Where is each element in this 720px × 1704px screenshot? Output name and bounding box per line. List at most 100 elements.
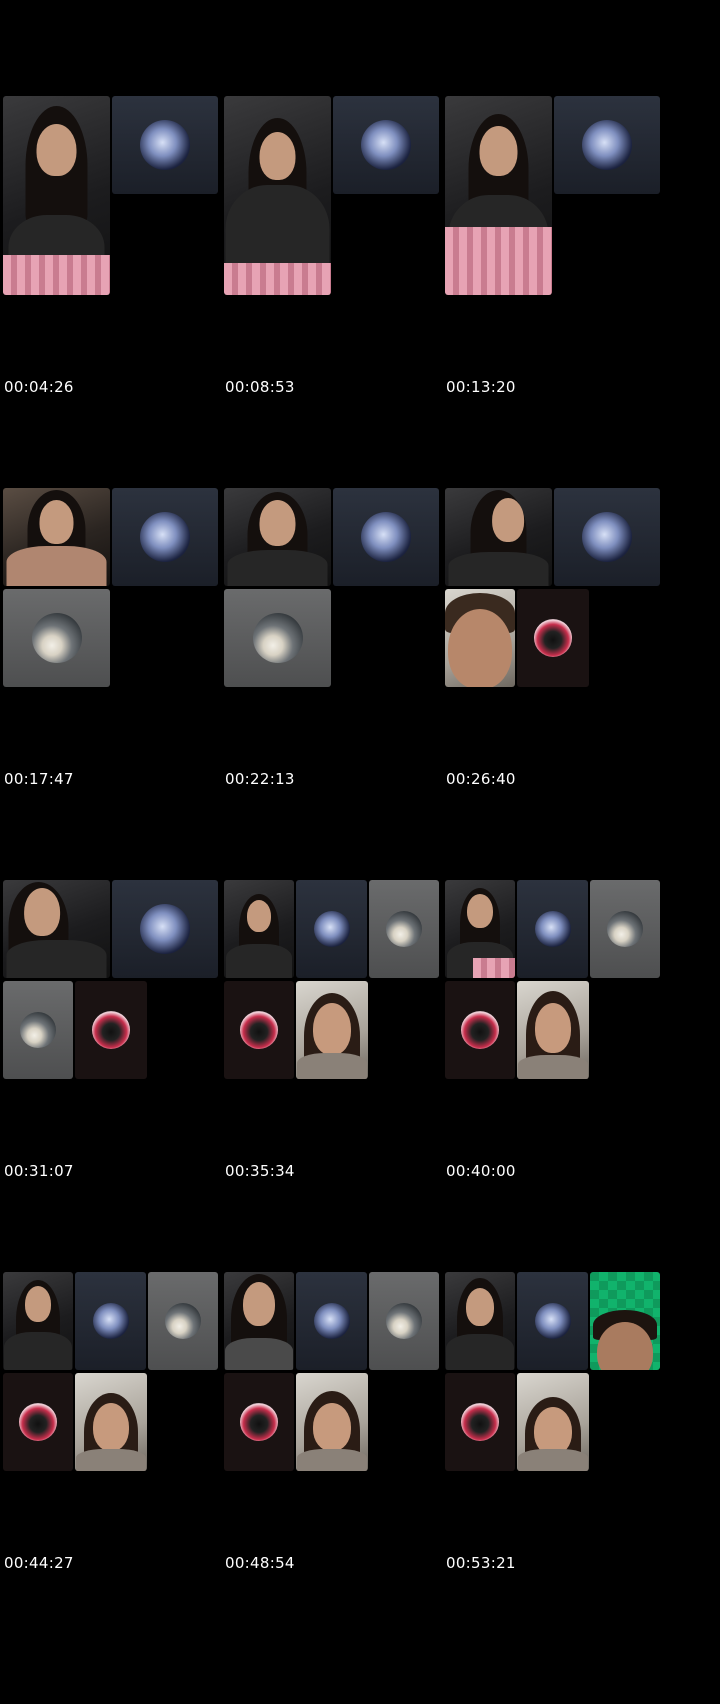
participant-video: [445, 1272, 515, 1370]
person-figure: [3, 488, 110, 586]
person-figure: [296, 981, 368, 1079]
avatar-blue-portrait-icon: [534, 911, 571, 947]
participant-video: [3, 96, 110, 295]
participant-video: [445, 880, 515, 978]
person-figure: [224, 1272, 294, 1370]
participant-tile: [112, 488, 218, 586]
participant-video: [296, 1373, 368, 1471]
participant-tile: [369, 880, 439, 978]
participant-video: [224, 1272, 294, 1370]
person-figure: [3, 1272, 73, 1370]
participant-tile: [333, 96, 439, 194]
person-figure: [445, 1272, 515, 1370]
avatar-blue-portrait-icon: [534, 1303, 571, 1339]
thumbnail-frame-3[interactable]: 00:13:20: [442, 96, 682, 522]
pink-pants: [3, 255, 110, 295]
avatar-red-circle-icon: [461, 1403, 499, 1441]
person-figure: [517, 981, 589, 1079]
avatar-car-dog-icon: [252, 613, 303, 663]
pink-pants: [445, 227, 552, 295]
participant-tile: [445, 981, 515, 1079]
avatar-red-circle-icon: [92, 1011, 130, 1049]
participant-tile: [148, 1272, 218, 1370]
thumbnail-frame-4[interactable]: 00:17:47: [0, 488, 240, 914]
avatar-blue-portrait-icon: [140, 904, 190, 954]
avatar-red-circle-icon: [240, 1403, 278, 1441]
participant-tile: [224, 589, 331, 687]
timestamp: 00:13:20: [446, 378, 516, 396]
participant-video: [590, 1272, 660, 1370]
participant-tile: [75, 981, 147, 1079]
pink-pants: [224, 263, 331, 295]
avatar-red-circle-icon: [461, 1011, 499, 1049]
participant-tile: [517, 589, 589, 687]
timestamp: 00:31:07: [4, 1162, 74, 1180]
participant-tile: [554, 488, 660, 586]
person-figure: [75, 1373, 147, 1471]
avatar-blue-portrait-icon: [313, 1303, 350, 1339]
thumbnail-frame-9[interactable]: 00:40:00: [442, 880, 682, 1306]
thumbnail-frame-11[interactable]: 00:48:54: [221, 1272, 461, 1698]
participant-tile: [3, 1373, 73, 1471]
avatar-red-circle-icon: [534, 619, 572, 657]
participant-tile: [224, 1373, 294, 1471]
participant-video: [517, 1373, 589, 1471]
person-figure: [224, 880, 294, 978]
person-figure: [590, 1272, 660, 1370]
participant-tile: [369, 1272, 439, 1370]
participant-video: [3, 1272, 73, 1370]
participant-tile: [224, 981, 294, 1079]
timestamp: 00:53:21: [446, 1554, 516, 1572]
participant-tile: [112, 880, 218, 978]
avatar-red-circle-icon: [240, 1011, 278, 1049]
avatar-car-dog-icon: [386, 911, 422, 947]
avatar-car-dog-icon: [386, 1303, 422, 1339]
avatar-blue-portrait-icon: [313, 911, 350, 947]
participant-video: [296, 981, 368, 1079]
thumbnail-frame-2[interactable]: 00:08:53: [221, 96, 461, 522]
participant-video: [3, 880, 110, 978]
participant-tile: [517, 1272, 588, 1370]
pink-pants: [473, 958, 515, 978]
participant-video: [517, 981, 589, 1079]
thumbnail-frame-7[interactable]: 00:31:07: [0, 880, 240, 1306]
thumbnail-frame-8[interactable]: 00:35:34: [221, 880, 461, 1306]
timestamp: 00:08:53: [225, 378, 295, 396]
thumbnail-frame-5[interactable]: 00:22:13: [221, 488, 461, 914]
avatar-blue-portrait-icon: [140, 120, 190, 170]
participant-tile: [554, 96, 660, 194]
avatar-blue-portrait-icon: [92, 1303, 129, 1339]
timestamp: 00:04:26: [4, 378, 74, 396]
participant-tile: [112, 96, 218, 194]
participant-tile: [517, 880, 588, 978]
avatar-car-dog-icon: [607, 911, 643, 947]
person-figure: [445, 589, 515, 687]
timestamp: 00:22:13: [225, 770, 295, 788]
participant-video: [224, 880, 294, 978]
participant-video: [75, 1373, 147, 1471]
avatar-blue-portrait-icon: [582, 120, 632, 170]
timestamp: 00:48:54: [225, 1554, 295, 1572]
avatar-car-dog-icon: [20, 1012, 56, 1048]
thumbnail-frame-10[interactable]: 00:44:27: [0, 1272, 240, 1698]
avatar-blue-portrait-icon: [361, 512, 411, 562]
participant-video: [3, 488, 110, 586]
participant-video: [445, 488, 552, 586]
person-figure: [224, 488, 331, 586]
thumbnail-frame-6[interactable]: 00:26:40: [442, 488, 682, 914]
participant-video: [224, 96, 331, 295]
timestamp: 00:17:47: [4, 770, 74, 788]
timestamp: 00:35:34: [225, 1162, 295, 1180]
thumbnail-frame-1[interactable]: 00:04:26: [0, 96, 240, 522]
person-figure: [445, 488, 552, 586]
participant-tile: [590, 880, 660, 978]
participant-tile: [333, 488, 439, 586]
timestamp: 00:40:00: [446, 1162, 516, 1180]
avatar-car-dog-icon: [31, 613, 82, 663]
timestamp: 00:26:40: [446, 770, 516, 788]
avatar-blue-portrait-icon: [582, 512, 632, 562]
avatar-blue-portrait-icon: [361, 120, 411, 170]
person-figure: [517, 1373, 589, 1471]
participant-tile: [296, 880, 367, 978]
thumbnail-frame-12[interactable]: 00:53:21: [442, 1272, 682, 1698]
